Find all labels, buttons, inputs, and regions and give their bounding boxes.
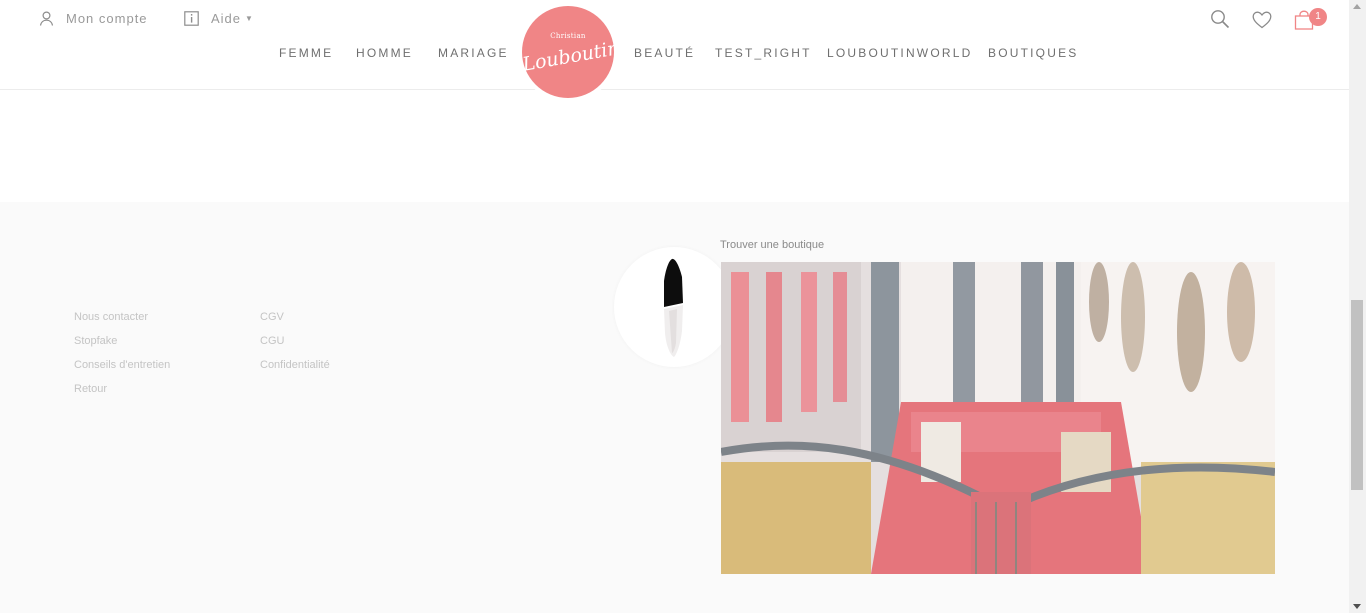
scroll-up-arrow-icon[interactable] [1353,4,1361,9]
vertical-scrollbar[interactable] [1349,0,1366,613]
footer-link-cgu[interactable]: CGU [260,335,284,347]
info-icon [184,11,199,26]
chevron-down-icon: ▼ [245,14,254,23]
lipstick-image [664,258,683,357]
my-account-label: Mon compte [66,11,148,26]
nav-item-beaute[interactable]: BEAUTÉ [634,46,695,60]
site-header: Mon compte Aide ▼ FEMME HOMME MARIAGE BE… [0,0,1349,98]
footer-link-privacy[interactable]: Confidentialité [260,359,330,371]
search-icon[interactable] [1210,9,1230,29]
user-icon [39,11,54,26]
photo-overlay [721,262,1275,574]
footer-link-returns[interactable]: Retour [74,383,107,395]
site-footer: Nous contacter Stopfake Conseils d'entre… [0,202,1349,613]
nav-item-boutiques[interactable]: BOUTIQUES [988,46,1078,60]
nav-item-homme[interactable]: HOMME [356,46,413,60]
find-boutique-title[interactable]: Trouver une boutique [720,239,824,251]
logo-text-louboutin: Louboutin [520,37,622,76]
heart-icon[interactable] [1252,11,1272,29]
footer-link-contact[interactable]: Nous contacter [74,311,148,323]
nav-item-mariage[interactable]: MARIAGE [438,46,509,60]
nav-item-test-right[interactable]: TEST_RIGHT [715,46,812,60]
help-label: Aide [211,11,242,26]
lipstick-bubble[interactable] [614,247,734,367]
cart-count-badge: 1 [1309,8,1327,26]
nav-item-louboutinworld[interactable]: LOUBOUTINWORLD [827,46,972,60]
help-menu[interactable]: Aide ▼ [184,11,254,26]
scroll-down-arrow-icon[interactable] [1353,604,1361,609]
brand-logo[interactable]: Christian Louboutin [520,6,622,98]
footer-link-cgv[interactable]: CGV [260,311,284,323]
boutique-store-photo[interactable] [721,262,1275,574]
footer-link-stopfake[interactable]: Stopfake [74,335,117,347]
footer-link-care-tips[interactable]: Conseils d'entretien [74,359,170,371]
scrollbar-thumb[interactable] [1351,300,1363,490]
my-account-link[interactable]: Mon compte [39,11,148,26]
logo-text-christian: Christian [550,32,586,40]
nav-item-femme[interactable]: FEMME [279,46,333,60]
